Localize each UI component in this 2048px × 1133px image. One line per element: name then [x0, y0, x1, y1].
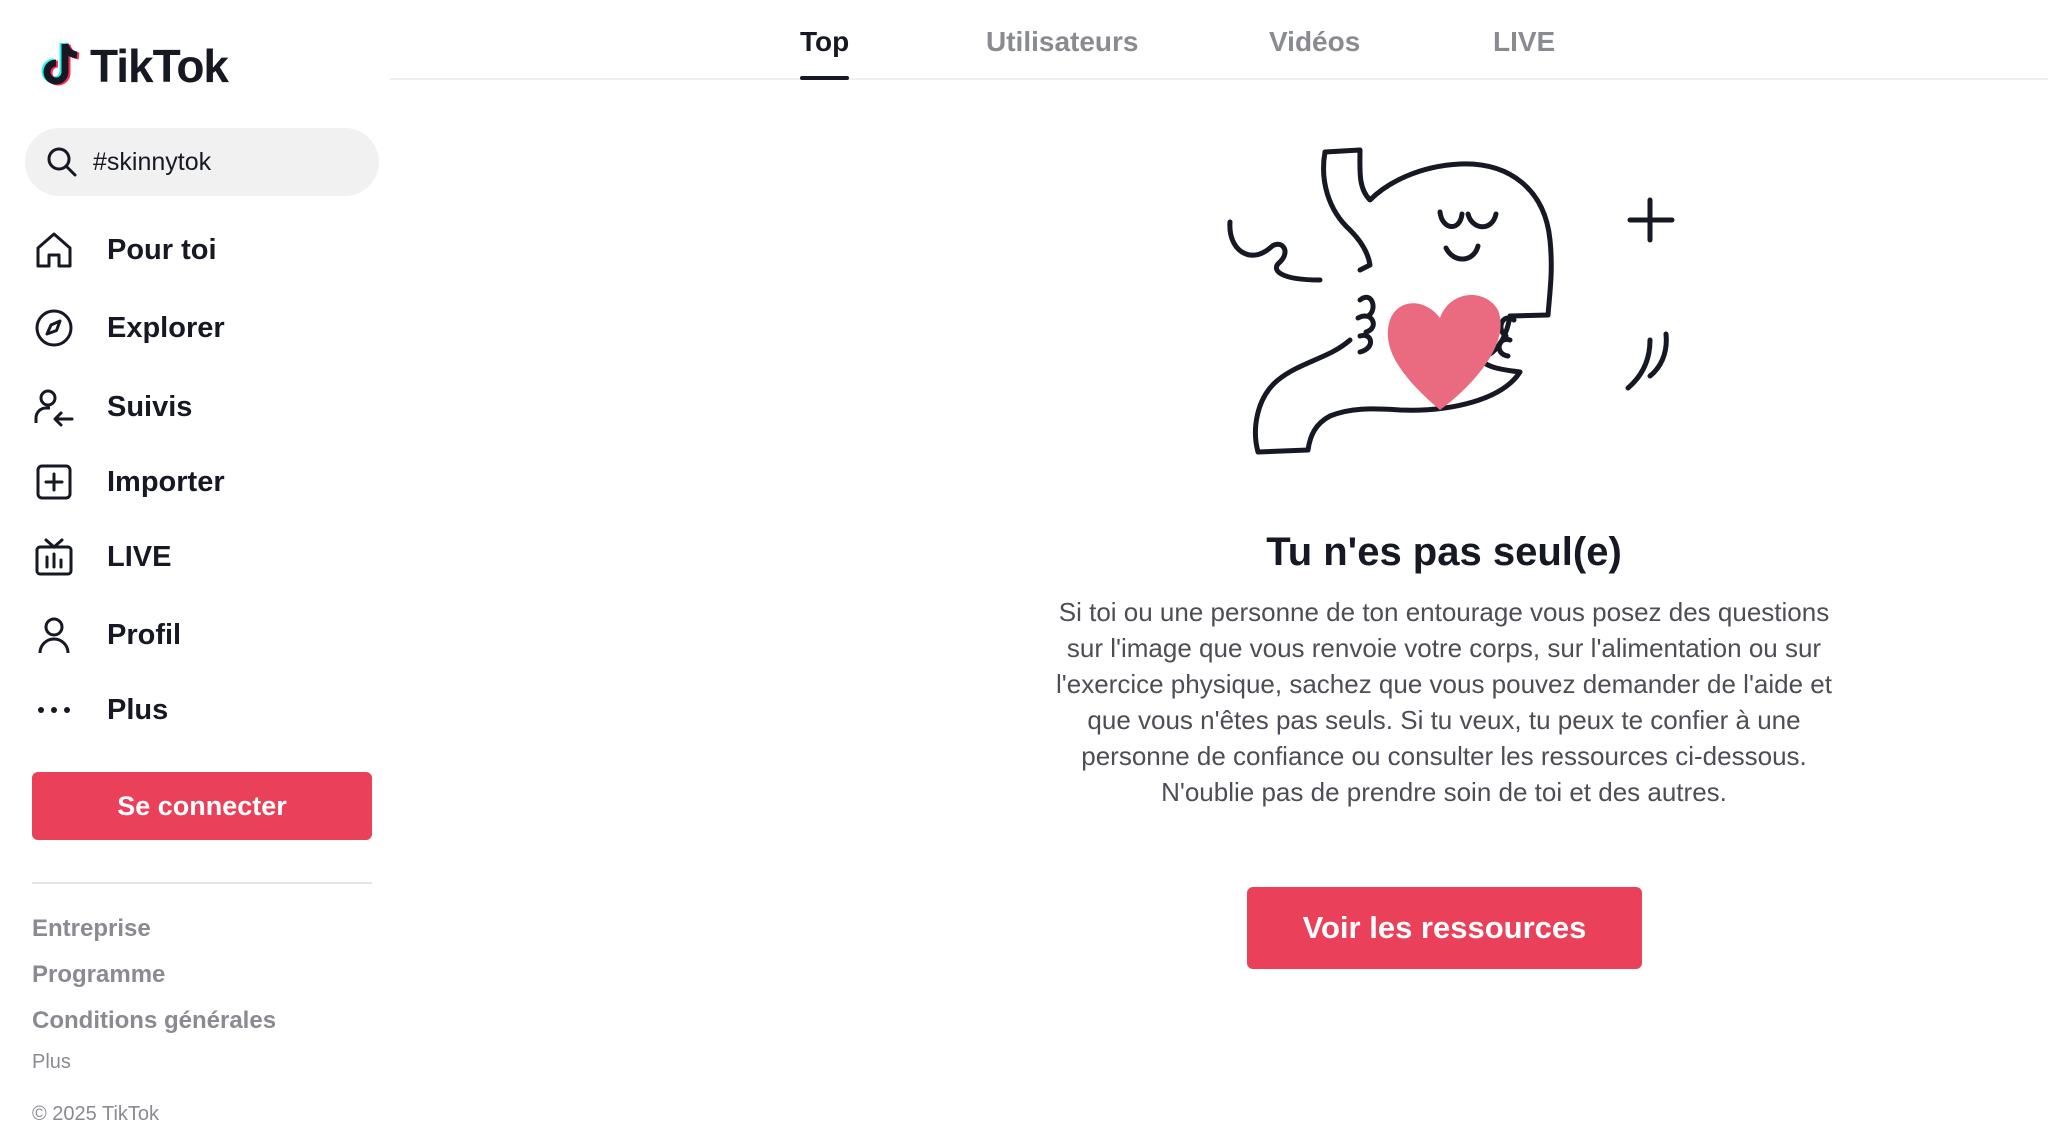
page: TikTok #skinnytok Pour toi Explorer Suiv…	[0, 0, 2048, 1133]
tab-top[interactable]: Top	[800, 26, 850, 80]
following-icon	[30, 383, 78, 431]
footer-link-programme[interactable]: Programme	[32, 961, 165, 989]
sidebar-item-label: Pour toi	[107, 233, 217, 266]
footer-link-entreprise[interactable]: Entreprise	[32, 915, 151, 943]
logo-wordmark: TikTok	[90, 40, 229, 92]
tab-videos[interactable]: Vidéos	[1269, 26, 1360, 80]
live-tv-icon	[30, 533, 78, 581]
search-tabs: Top Utilisateurs Vidéos LIVE	[390, 0, 2048, 80]
page-title: Tu n'es pas seul(e)	[1266, 530, 1622, 574]
compass-icon	[30, 304, 78, 352]
upload-icon	[30, 458, 78, 506]
sidebar-item-plus[interactable]: Plus	[30, 678, 370, 742]
profile-icon	[30, 611, 78, 659]
support-message: Si toi ou une personne de ton entourage …	[1056, 597, 1832, 807]
sidebar: TikTok #skinnytok Pour toi Explorer Suiv…	[0, 0, 390, 1133]
sidebar-item-label: Suivis	[107, 390, 193, 423]
search-input[interactable]: #skinnytok	[25, 128, 379, 196]
footer-more-link[interactable]: Plus	[32, 1051, 71, 1074]
sidebar-item-live[interactable]: LIVE	[30, 525, 370, 589]
tab-utilisateurs[interactable]: Utilisateurs	[986, 26, 1139, 80]
tiktok-note-icon	[41, 42, 80, 86]
stomach-heart-illustration	[1227, 147, 1675, 455]
search-query: #skinnytok	[93, 147, 212, 176]
sidebar-item-label: Importer	[107, 465, 225, 498]
sidebar-item-label: Explorer	[107, 311, 225, 344]
tiktok-logo[interactable]: TikTok	[38, 38, 229, 94]
sidebar-divider	[32, 882, 372, 884]
footer-link-conditions[interactable]: Conditions générales	[32, 1007, 276, 1035]
tab-live[interactable]: LIVE	[1493, 26, 1555, 80]
copyright: © 2025 TikTok	[32, 1103, 160, 1125]
sidebar-item-label: Profil	[107, 618, 182, 651]
login-button[interactable]: Se connecter	[32, 772, 372, 840]
sidebar-item-profil[interactable]: Profil	[30, 603, 370, 667]
search-icon	[47, 147, 77, 177]
sidebar-item-label: LIVE	[107, 540, 172, 573]
sidebar-item-suivis[interactable]: Suivis	[30, 375, 370, 439]
sidebar-item-explorer[interactable]: Explorer	[30, 296, 370, 360]
home-icon	[30, 226, 78, 274]
more-dots-icon	[30, 686, 78, 734]
sidebar-item-pour-toi[interactable]: Pour toi	[30, 218, 370, 282]
view-resources-button[interactable]: Voir les ressources	[1247, 887, 1642, 969]
sidebar-item-importer[interactable]: Importer	[30, 450, 370, 514]
sidebar-item-label: Plus	[107, 693, 169, 726]
